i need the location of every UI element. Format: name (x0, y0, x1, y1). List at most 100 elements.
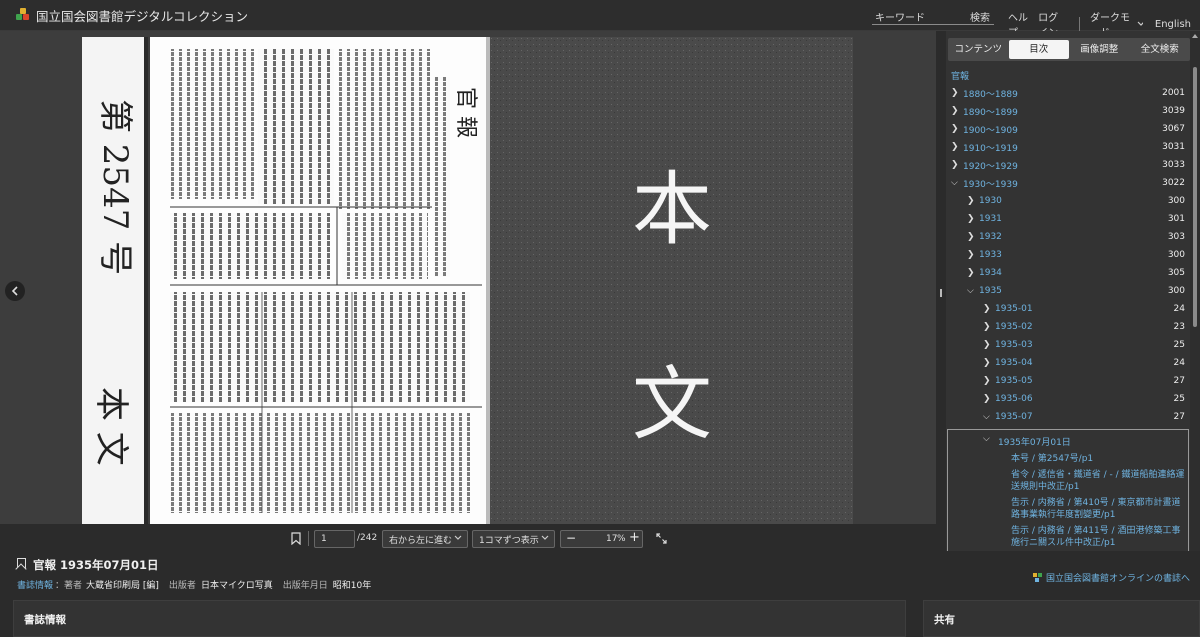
big-char-top: 本 (632, 163, 712, 256)
share-section: 共有 (923, 600, 1200, 637)
toc-month-row[interactable]: ❯ 1935-03 25 (983, 336, 1185, 354)
chevron-down-icon (1137, 21, 1143, 26)
toc-year-row[interactable]: ❯ 1934 305 (967, 264, 1185, 282)
toc-day-items: 本号 / 第2547号/p1 省令 / 遞信省・鐵道省 / - / 鐵道船舶連絡… (947, 451, 1189, 551)
toc-month-label[interactable]: 1935-02 (995, 322, 1033, 332)
toc-year-label[interactable]: 1934 (979, 268, 1002, 278)
toc-month-label[interactable]: 1935-06 (995, 394, 1033, 404)
fullscreen-icon[interactable] (656, 533, 667, 544)
zoom-unit: % (617, 534, 626, 544)
keyword-input[interactable] (872, 9, 964, 28)
toc-decade-label[interactable]: 1910～1919 (963, 141, 1018, 154)
toc-item-link[interactable]: 本号 / 第2547号/p1 (1011, 453, 1189, 465)
toc-item-link[interactable]: 省令 / 遞信省・鐵道省 / - / 鐵道船舶連絡運送規則中改正/p1 (1011, 469, 1189, 493)
chevron-right-icon: ❯ (983, 322, 991, 332)
bib-info-link[interactable]: 書誌情報 (17, 578, 53, 591)
toc-count: 23 (1173, 322, 1185, 332)
page-total: /242 (357, 533, 378, 543)
toc-month-row[interactable]: ❯ 1935-06 25 (983, 390, 1185, 408)
direction-value: 右から左に進む (389, 535, 453, 546)
toc-count: 25 (1173, 394, 1185, 404)
toc-month-row[interactable]: ❯ 1935-02 23 (983, 318, 1185, 336)
direction-select[interactable]: 右から左に進む (382, 530, 468, 548)
toc-year-label[interactable]: 1933 (979, 250, 1002, 260)
toc-month-row[interactable]: ❯ 1935-01 24 (983, 300, 1185, 318)
toc-decade-label[interactable]: 1890～1899 (963, 105, 1018, 118)
ndl-online-link-label[interactable]: 国立国会図書館オンラインの書誌へ (1046, 571, 1190, 584)
zoom-out-button[interactable]: − (566, 531, 576, 545)
scroll-thumb[interactable] (1193, 67, 1197, 327)
toc-decade-row[interactable]: ❯ 1880～1889 2001 (951, 84, 1185, 102)
display-mode-select[interactable]: 1コマずつ表示 (472, 530, 555, 548)
ndl-online-link[interactable]: 国立国会図書館オンラインの書誌へ (1033, 571, 1190, 584)
toc-decade-row[interactable]: ❯ 1890～1899 3039 (951, 102, 1185, 120)
side-panel: コンテンツ 目次 画像調整 全文検索 官報 ❯ 1880～1889 2001 ❯ 18… (946, 31, 1200, 551)
toc-decade-label[interactable]: 1920～1929 (963, 159, 1018, 172)
bib-info-section: 書誌情報 (13, 600, 906, 637)
toc-day-label[interactable]: 1935年07月01日 (998, 435, 1071, 448)
top-bar: 国立国会図書館デジタルコレクション 検索 ヘルプ ログイン ダークモード Eng… (0, 0, 1200, 39)
toc-item-link[interactable]: 告示 / 内務省 / 第410号 / 東京都市計畫道路事業執行年度割變更/p1 (1011, 497, 1189, 521)
cover-issue-text: 第 2547 号 (95, 99, 135, 275)
tab-toc[interactable]: 目次 (1008, 40, 1069, 59)
tab-contents[interactable]: コンテンツ (948, 38, 1009, 61)
search-button[interactable]: 検索 (970, 9, 990, 24)
image-viewer[interactable]: 第 2547 号 本 文 官 報 本 文 (0, 31, 936, 524)
toc-month-label[interactable]: 1935-04 (995, 358, 1033, 368)
toc-decade-row[interactable]: ❯ 1910～1919 3031 (951, 138, 1185, 156)
toc-count: 303 (1167, 232, 1185, 242)
bookmark-icon[interactable] (17, 558, 26, 570)
viewer-toolbar: 1 /242 右から左に進む 1コマずつ表示 − 17 % + (0, 524, 936, 551)
toc-month-row[interactable]: ❯ 1935-05 27 (983, 372, 1185, 390)
toc-month-label[interactable]: 1935-03 (995, 340, 1033, 350)
toc-count: 300 (1167, 196, 1185, 206)
zoom-control: − 17 % + (560, 530, 643, 548)
toc-decade-label[interactable]: 1930～1939 (963, 177, 1018, 190)
author-value: 大蔵省印刷局 [編] (86, 581, 159, 591)
toc-year-row[interactable]: ❯ 1931 301 (967, 210, 1185, 228)
panel-splitter[interactable] (936, 31, 946, 551)
toc-year-row[interactable]: ❯ 1933 300 (967, 246, 1185, 264)
language-switch[interactable]: English (1155, 19, 1191, 30)
page-scan-image: 第 2547 号 本 文 官 報 本 文 (82, 37, 853, 524)
toc-year-label[interactable]: 1930 (979, 196, 1002, 206)
toc-decade-row[interactable]: ❯ 1900～1909 3067 (951, 120, 1185, 138)
toc-decade-label[interactable]: 1880～1889 (963, 87, 1018, 100)
panel-scrollbar[interactable] (1190, 31, 1200, 551)
tab-fulltext-search[interactable]: 全文検索 (1130, 38, 1191, 61)
previous-page-button[interactable] (5, 281, 25, 301)
chevron-right-icon: ❯ (967, 250, 975, 260)
toc-month-label[interactable]: 1935-01 (995, 304, 1033, 314)
divider (1079, 17, 1080, 31)
toc-decade-row-expanded[interactable]: ⌵ 1930～1939 3022 (951, 174, 1185, 192)
drag-handle-icon[interactable] (940, 289, 942, 297)
toc-item-link[interactable]: 告示 / 内務省 / 第411号 / 酒田港修築工事施行ニ關スル件中改正/p1 (1011, 525, 1189, 549)
zoom-in-button[interactable]: + (629, 530, 640, 545)
bookmark-icon[interactable] (291, 532, 301, 545)
toc-year-label[interactable]: 1932 (979, 232, 1002, 242)
scroll-up-icon[interactable] (1192, 34, 1198, 38)
toc-year-row-expanded[interactable]: ⌵ 1935 300 (967, 282, 1185, 300)
page-number-input[interactable]: 1 (314, 530, 355, 548)
chevron-right-icon: ❯ (951, 142, 959, 152)
chevron-down-icon (454, 535, 462, 540)
document-info-bar: 官報 1935年07月01日 書誌情報 ：著者 大蔵省印刷局 [編] 出版者 日… (0, 551, 1200, 599)
share-heading: 共有 (934, 614, 955, 626)
toc-month-label[interactable]: 1935-05 (995, 376, 1033, 386)
site-title[interactable]: 国立国会図書館デジタルコレクション (36, 6, 248, 25)
toc-decade-label[interactable]: 1900～1909 (963, 123, 1018, 136)
toc-year-row[interactable]: ❯ 1932 303 (967, 228, 1185, 246)
tab-image-adjust[interactable]: 画像調整 (1069, 38, 1130, 61)
toc-year-label[interactable]: 1935 (979, 286, 1002, 296)
chevron-right-icon: ❯ (967, 268, 975, 278)
toc-year-row[interactable]: ❯ 1930 300 (967, 192, 1185, 210)
site-logo[interactable]: 国立国会図書館デジタルコレクション (16, 6, 248, 25)
toc-month-label[interactable]: 1935-07 (995, 412, 1033, 422)
toc-decade-row[interactable]: ❯ 1920～1929 3033 (951, 156, 1185, 174)
toc-month-row-expanded[interactable]: ⌵ 1935-07 27 (983, 408, 1185, 426)
toc-day-row-expanded[interactable]: ⌵ 1935年07月01日 (947, 429, 1189, 451)
toc-year-label[interactable]: 1931 (979, 214, 1002, 224)
toc-count: 3033 (1162, 160, 1185, 170)
toc-root-link[interactable]: 官報 (951, 69, 969, 82)
toc-month-row[interactable]: ❯ 1935-04 24 (983, 354, 1185, 372)
